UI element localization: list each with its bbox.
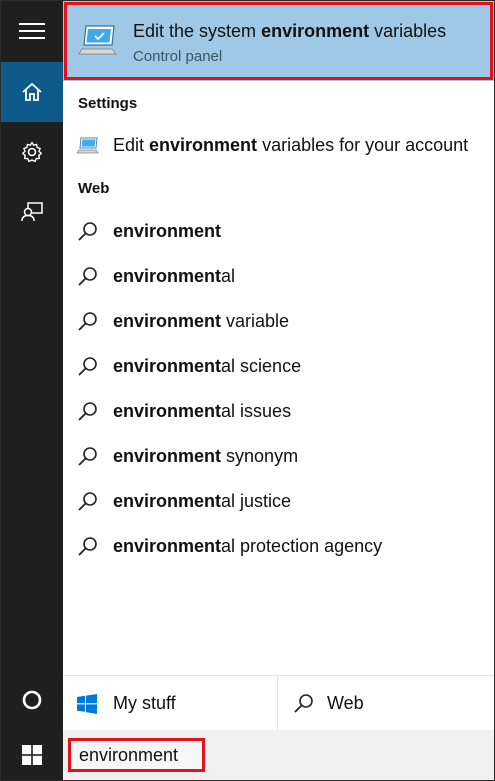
web-result-label: environment variable: [113, 311, 290, 331]
home-button[interactable]: [1, 62, 63, 122]
gear-icon: [22, 141, 42, 163]
windows-logo-icon: [77, 693, 97, 714]
web-result-label: environmental justice: [113, 491, 292, 511]
top-hit-result[interactable]: Edit the system environment variables Co…: [63, 1, 494, 81]
web-result-row[interactable]: environmental justice: [63, 479, 494, 524]
search-icon: [63, 536, 113, 558]
web-result-label: environment synonym: [113, 446, 299, 466]
left-rail: [1, 1, 63, 730]
bottom-divider: [277, 676, 278, 731]
web-result-row[interactable]: environmental: [63, 254, 494, 299]
search-icon: [63, 311, 113, 333]
settings-result-row[interactable]: Edit environment variables for your acco…: [63, 123, 494, 168]
web-section-heading: Web: [78, 180, 110, 197]
cortana-circle-icon: [22, 690, 42, 710]
search-results-pane: Edit the system environment variables Co…: [63, 1, 494, 731]
home-icon: [22, 82, 42, 101]
web-tab-label: Web: [327, 693, 364, 713]
search-icon: [294, 693, 313, 713]
my-stuff-label: My stuff: [113, 693, 176, 713]
web-result-row[interactable]: environmental issues: [63, 389, 494, 434]
my-stuff-tab[interactable]: My stuff: [77, 676, 176, 731]
windows-start-icon: [22, 745, 42, 765]
web-result-row[interactable]: environmental protection agency: [63, 524, 494, 569]
search-icon: [63, 266, 113, 288]
search-icon: [63, 446, 113, 468]
settings-monitor-icon: [63, 136, 113, 156]
taskbar: environment: [1, 730, 494, 780]
web-result-row[interactable]: environment variable: [63, 299, 494, 344]
menu-button[interactable]: [1, 1, 63, 61]
feedback-person-icon: [21, 202, 43, 222]
search-icon: [63, 221, 113, 243]
web-result-label: environment: [113, 221, 222, 241]
hamburger-icon: [19, 23, 45, 39]
settings-rail-button[interactable]: [1, 122, 63, 182]
feedback-rail-button[interactable]: [1, 182, 63, 242]
web-result-label: environmental science: [113, 356, 302, 376]
search-icon: [63, 491, 113, 513]
web-result-label: environmental protection agency: [113, 536, 383, 556]
settings-section-heading: Settings: [78, 95, 138, 112]
settings-result-label: Edit environment variables for your acco…: [113, 135, 469, 155]
web-result-label: environmental issues: [113, 401, 292, 421]
search-icon: [63, 401, 113, 423]
web-result-row[interactable]: environment synonym: [63, 434, 494, 479]
web-result-label: environmental: [113, 266, 236, 286]
web-tab[interactable]: Web: [293, 676, 364, 731]
cortana-button[interactable]: [1, 670, 63, 730]
highlight-outline: [64, 2, 493, 80]
taskbar-search-input[interactable]: environment: [68, 738, 205, 772]
web-result-row[interactable]: environment: [63, 209, 494, 254]
search-icon: [63, 356, 113, 378]
start-button[interactable]: [1, 730, 63, 780]
bottom-filter-bar: My stuff Web: [63, 675, 494, 731]
web-result-row[interactable]: environmental science: [63, 344, 494, 389]
